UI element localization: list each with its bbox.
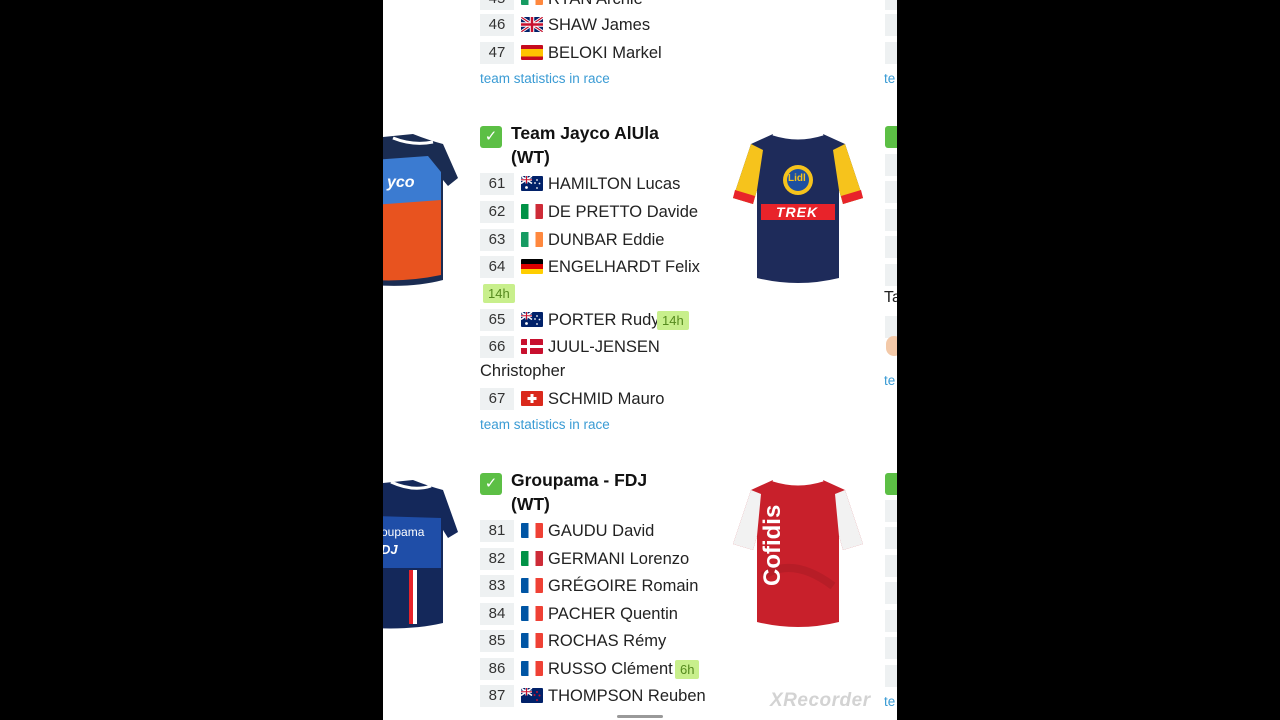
team-groupama-fdj-jersey-image[interactable]: oupama DJ xyxy=(383,478,463,634)
flag-es-icon xyxy=(521,45,543,60)
rider-name[interactable]: SHAW James xyxy=(548,14,650,36)
rider-number: 62 xyxy=(480,201,514,223)
rider-number xyxy=(885,665,897,687)
flag-ie-icon xyxy=(521,0,543,5)
team-cofidis-jersey-image[interactable]: Cofidis xyxy=(733,476,863,632)
recorder-watermark: XRecorder xyxy=(770,690,871,711)
rider-number xyxy=(885,264,897,286)
rider-number: 83 xyxy=(480,575,514,597)
jersey-sponsor-text: TREK xyxy=(776,204,819,220)
rider-number: 64 xyxy=(480,256,514,278)
rider-number: 82 xyxy=(480,548,514,570)
jersey-sponsor-text: DJ xyxy=(383,542,398,557)
rider-number xyxy=(885,582,897,604)
rider-number: 81 xyxy=(480,520,514,542)
team-level: (WT) xyxy=(511,494,550,514)
team-level: (WT) xyxy=(511,147,550,167)
flag-de-icon xyxy=(521,259,543,274)
team-checkbox[interactable] xyxy=(885,473,897,495)
jersey-sponsor-text: Cofidis xyxy=(759,504,786,586)
rider-number xyxy=(885,181,897,203)
rider-name[interactable]: DE PRETTO Davide xyxy=(548,201,698,223)
rider-name[interactable]: ROCHAS Rémy xyxy=(548,630,666,652)
rider-number: 87 xyxy=(480,685,514,707)
team-lidl-trek-jersey-image[interactable]: Lidl TREK xyxy=(733,130,863,290)
rider-number: 63 xyxy=(480,229,514,251)
flag-au-icon xyxy=(521,176,543,191)
time-badge: 14h xyxy=(657,311,689,330)
flag-it-icon xyxy=(521,204,543,219)
rider-number xyxy=(885,555,897,577)
team-checkbox[interactable]: ✓ xyxy=(480,473,502,495)
rider-number: 85 xyxy=(480,630,514,652)
rider-name[interactable]: RYAN Archie xyxy=(548,0,643,10)
rider-name[interactable]: Ta xyxy=(884,289,897,307)
rider-number xyxy=(885,527,897,549)
rider-number xyxy=(885,316,897,338)
rider-number: 47 xyxy=(480,42,514,64)
rider-name[interactable]: PACHER Quentin xyxy=(548,603,678,625)
team-statistics-link[interactable]: team statistics in race xyxy=(480,71,610,86)
rider-number xyxy=(885,500,897,522)
flag-fr-icon xyxy=(521,606,543,621)
rider-number xyxy=(885,236,897,258)
flag-ie-icon xyxy=(521,232,543,247)
rider-name[interactable]: THOMPSON Reuben xyxy=(548,685,706,707)
rider-number: 67 xyxy=(480,388,514,410)
jersey-sponsor-text: oupama xyxy=(383,525,425,539)
flag-nz-icon xyxy=(521,688,543,703)
flag-dk-icon xyxy=(521,339,543,354)
rider-number xyxy=(885,610,897,632)
jersey-sponsor-text: Lidl xyxy=(788,173,806,184)
team-jayco-jersey-image[interactable]: yco xyxy=(383,130,463,290)
rider-number xyxy=(885,42,897,64)
flag-au-icon xyxy=(521,312,543,327)
rider-avatar xyxy=(886,336,897,356)
rider-number xyxy=(885,0,897,10)
team-statistics-link[interactable]: te xyxy=(884,71,895,86)
rider-name[interactable]: ENGELHARDT Felix xyxy=(548,256,700,278)
team-statistics-link[interactable]: team statistics in race xyxy=(480,417,610,432)
rider-name[interactable]: GERMANI Lorenzo xyxy=(548,548,689,570)
time-badge: 6h xyxy=(675,660,700,679)
flag-gb-icon xyxy=(521,17,543,32)
phone-screen: 45 RYAN Archie 46 SHAW James 47 BELOKI M… xyxy=(383,0,897,720)
flag-fr-icon xyxy=(521,661,543,676)
rider-number: 46 xyxy=(480,14,514,36)
rider-name[interactable]: HAMILTON Lucas xyxy=(548,173,680,195)
team-checkbox[interactable]: ✓ xyxy=(480,126,502,148)
rider-name[interactable]: GRÉGOIRE Romain xyxy=(548,575,698,597)
team-name[interactable]: Groupama - FDJ xyxy=(511,468,647,492)
rider-name[interactable]: GAUDU David xyxy=(548,520,654,542)
team-name[interactable]: Team Jayco AlUla xyxy=(511,121,659,145)
rider-number: 45 xyxy=(480,0,514,10)
rider-name[interactable]: RUSSO Clément xyxy=(548,658,673,680)
flag-it-icon xyxy=(521,551,543,566)
rider-number xyxy=(885,209,897,231)
rider-name[interactable]: JUUL-JENSEN xyxy=(548,336,660,358)
rider-number: 61 xyxy=(480,173,514,195)
team-statistics-link[interactable]: te xyxy=(884,694,895,709)
rider-number: 84 xyxy=(480,603,514,625)
rider-name[interactable]: SCHMID Mauro xyxy=(548,388,664,410)
flag-ch-icon xyxy=(521,391,543,406)
flag-fr-icon xyxy=(521,523,543,538)
rider-name[interactable]: PORTER Rudy xyxy=(548,309,660,331)
rider-name[interactable]: BELOKI Markel xyxy=(548,42,662,64)
rider-number xyxy=(885,154,897,176)
rider-name[interactable]: DUNBAR Eddie xyxy=(548,229,664,251)
team-statistics-link[interactable]: te xyxy=(884,373,895,388)
time-badge: 14h xyxy=(483,284,515,303)
rider-number xyxy=(885,637,897,659)
rider-number: 86 xyxy=(480,658,514,680)
team-checkbox[interactable] xyxy=(885,126,897,148)
jersey-sponsor-text: yco xyxy=(387,174,415,191)
home-indicator[interactable] xyxy=(617,715,663,718)
rider-name-continued[interactable]: Christopher xyxy=(480,360,565,382)
rider-number: 65 xyxy=(480,309,514,331)
rider-number xyxy=(885,14,897,36)
flag-fr-icon xyxy=(521,633,543,648)
flag-fr-icon xyxy=(521,578,543,593)
rider-number: 66 xyxy=(480,336,514,358)
